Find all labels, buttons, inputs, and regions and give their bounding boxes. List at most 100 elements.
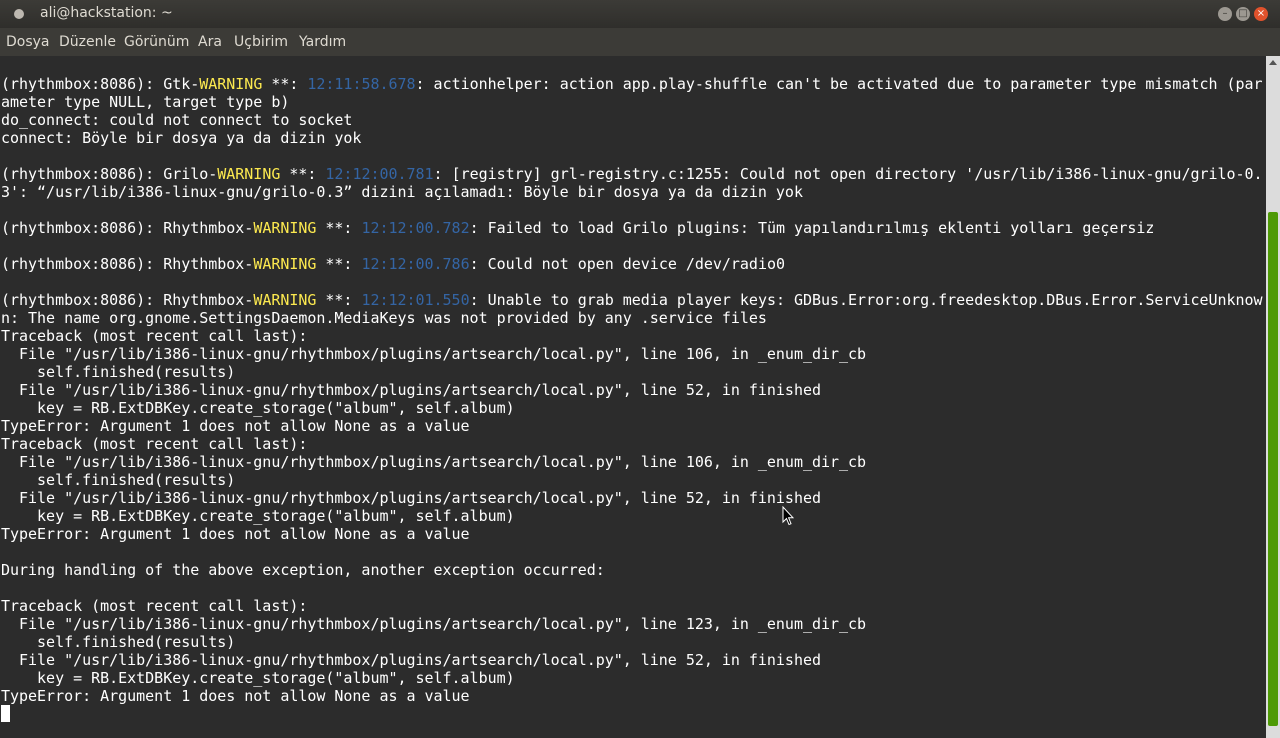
menu-bar: Dosya Düzenle Görünüm Ara Uçbirim Yardım bbox=[0, 28, 1280, 56]
timestamp: 12:12:00.782 bbox=[361, 219, 470, 237]
terminal-line: self.finished(results) bbox=[1, 633, 1263, 651]
terminal-text: (rhythmbox:8086): Gtk- bbox=[1, 75, 200, 93]
terminal-line: connect: Böyle bir dosya ya da dizin yok bbox=[1, 129, 1263, 147]
menu-terminal[interactable]: Uçbirim bbox=[234, 34, 288, 50]
terminal-text: Traceback (most recent call last): bbox=[1, 435, 308, 453]
terminal-line: TypeError: Argument 1 does not allow Non… bbox=[1, 687, 1263, 705]
maximize-icon: □ bbox=[1238, 8, 1248, 19]
close-icon: × bbox=[1256, 8, 1266, 19]
terminal-line: File "/usr/lib/i386-linux-gnu/rhythmbox/… bbox=[1, 381, 1263, 399]
scroll-up-icon[interactable] bbox=[1269, 60, 1277, 65]
terminal-text: do_connect: could not connect to socket bbox=[1, 111, 353, 129]
terminal-line: Traceback (most recent call last): bbox=[1, 597, 1263, 615]
terminal-text: TypeError: Argument 1 does not allow Non… bbox=[1, 687, 470, 705]
terminal-text: : [registry] grl-registry.c:1255: Could … bbox=[433, 165, 1263, 183]
terminal-text: File "/usr/lib/i386-linux-gnu/rhythmbox/… bbox=[1, 453, 867, 471]
terminal-text: File "/usr/lib/i386-linux-gnu/rhythmbox/… bbox=[1, 345, 867, 363]
warning-label: WARNING bbox=[253, 291, 317, 309]
terminal-text: File "/usr/lib/i386-linux-gnu/rhythmbox/… bbox=[1, 651, 821, 669]
terminal-text: 3': “/usr/lib/i386-linux-gnu/grilo-0.3” … bbox=[1, 183, 803, 201]
text-cursor bbox=[1, 705, 10, 722]
warning-label: WARNING bbox=[253, 255, 317, 273]
terminal-line: ameter type NULL, target type b) bbox=[1, 93, 1263, 111]
terminal-line: File "/usr/lib/i386-linux-gnu/rhythmbox/… bbox=[1, 453, 1263, 471]
terminal-app-icon bbox=[14, 9, 24, 19]
menu-file[interactable]: Dosya bbox=[6, 34, 50, 50]
terminal-line: Traceback (most recent call last): bbox=[1, 435, 1263, 453]
terminal-text: (rhythmbox:8086): Grilo- bbox=[1, 165, 218, 183]
menu-view[interactable]: Görünüm bbox=[124, 34, 189, 50]
terminal-line: (rhythmbox:8086): Rhythmbox-WARNING **: … bbox=[1, 219, 1263, 237]
terminal-lines: (rhythmbox:8086): Gtk- WARNING **: 12:11:… bbox=[1, 75, 1263, 723]
terminal-text: self.finished(results) bbox=[1, 363, 236, 381]
terminal-line: File "/usr/lib/i386-linux-gnu/rhythmbox/… bbox=[1, 345, 1263, 363]
terminal-line: do_connect: could not connect to socket bbox=[1, 111, 1263, 129]
menu-help[interactable]: Yardım bbox=[299, 34, 346, 50]
timestamp: 12:12:00.781 bbox=[325, 165, 434, 183]
terminal-line: n: The name org.gnome.SettingsDaemon.Med… bbox=[1, 309, 1263, 327]
timestamp: 12:11:58.678 bbox=[307, 75, 416, 93]
terminal-text: (rhythmbox:8086): Rhythmbox- bbox=[1, 219, 254, 237]
window-title: ali@hackstation: ~ bbox=[40, 5, 173, 21]
terminal-line: key = RB.ExtDBKey.create_storage("album"… bbox=[1, 507, 1263, 525]
terminal-line: 3': “/usr/lib/i386-linux-gnu/grilo-0.3” … bbox=[1, 183, 1263, 201]
minimize-button[interactable]: – bbox=[1218, 7, 1232, 21]
terminal-line: self.finished(results) bbox=[1, 363, 1263, 381]
terminal-text: Traceback (most recent call last): bbox=[1, 327, 308, 345]
title-bar: ali@hackstation: ~ – □ × bbox=[0, 0, 1280, 28]
terminal-text: File "/usr/lib/i386-linux-gnu/rhythmbox/… bbox=[1, 615, 867, 633]
terminal-line: TypeError: Argument 1 does not allow Non… bbox=[1, 525, 1263, 543]
terminal-text: (rhythmbox:8086): Rhythmbox- bbox=[1, 291, 254, 309]
warning-label: WARNING bbox=[217, 165, 281, 183]
terminal-text: TypeError: Argument 1 does not allow Non… bbox=[1, 417, 470, 435]
terminal-text: n: The name org.gnome.SettingsDaemon.Med… bbox=[1, 309, 767, 327]
timestamp: 12:12:01.550 bbox=[361, 291, 470, 309]
terminal-text: : Unable to grab media player keys: GDBu… bbox=[469, 291, 1263, 309]
terminal-text: key = RB.ExtDBKey.create_storage("album"… bbox=[1, 399, 515, 417]
terminal-text: : actionhelper: action app.play-shuffle … bbox=[415, 75, 1263, 93]
prompt-line[interactable] bbox=[1, 705, 1263, 723]
terminal-text: **: bbox=[262, 75, 308, 93]
terminal-line: self.finished(results) bbox=[1, 471, 1263, 489]
terminal-text: key = RB.ExtDBKey.create_storage("album"… bbox=[1, 669, 515, 687]
menu-edit[interactable]: Düzenle bbox=[59, 34, 116, 50]
terminal-line: TypeError: Argument 1 does not allow Non… bbox=[1, 417, 1263, 435]
terminal-text: : Could not open device /dev/radio0 bbox=[469, 255, 785, 273]
terminal-text: **: bbox=[316, 291, 362, 309]
warning-label: WARNING bbox=[253, 219, 317, 237]
terminal-line: key = RB.ExtDBKey.create_storage("album"… bbox=[1, 669, 1263, 687]
menu-search[interactable]: Ara bbox=[198, 34, 222, 50]
terminal-text: File "/usr/lib/i386-linux-gnu/rhythmbox/… bbox=[1, 489, 821, 507]
terminal-text: TypeError: Argument 1 does not allow Non… bbox=[1, 525, 470, 543]
terminal-line: File "/usr/lib/i386-linux-gnu/rhythmbox/… bbox=[1, 489, 1263, 507]
terminal-line: (rhythmbox:8086): Rhythmbox-WARNING **: … bbox=[1, 291, 1263, 309]
vertical-scrollbar[interactable] bbox=[1266, 56, 1280, 738]
timestamp: 12:12:00.786 bbox=[361, 255, 470, 273]
mouse-pointer-icon bbox=[782, 506, 794, 526]
terminal-line: key = RB.ExtDBKey.create_storage("album"… bbox=[1, 399, 1263, 417]
terminal-line: File "/usr/lib/i386-linux-gnu/rhythmbox/… bbox=[1, 615, 1263, 633]
terminal-text: (rhythmbox:8086): Rhythmbox- bbox=[1, 255, 254, 273]
terminal-line: (rhythmbox:8086): Grilo-WARNING **: 12:1… bbox=[1, 165, 1263, 183]
terminal-output[interactable]: (rhythmbox:8086): Gtk- WARNING **: 12:11:… bbox=[0, 56, 1266, 738]
maximize-button[interactable]: □ bbox=[1236, 7, 1250, 21]
terminal-text: Traceback (most recent call last): bbox=[1, 597, 308, 615]
terminal-line: (rhythmbox:8086): Rhythmbox-WARNING **: … bbox=[1, 255, 1263, 273]
terminal-line: File "/usr/lib/i386-linux-gnu/rhythmbox/… bbox=[1, 651, 1263, 669]
terminal-line: (rhythmbox:8086): Gtk-WARNING **: 12:11:… bbox=[1, 75, 1263, 93]
terminal-text: **: bbox=[316, 219, 362, 237]
scrollbar-thumb[interactable] bbox=[1268, 212, 1278, 726]
close-button[interactable]: × bbox=[1254, 7, 1268, 21]
terminal-line: Traceback (most recent call last): bbox=[1, 327, 1263, 345]
terminal-text: **: bbox=[316, 255, 362, 273]
terminal-text: : Failed to load Grilo plugins: Tüm yapı… bbox=[469, 219, 1155, 237]
terminal-text: **: bbox=[280, 165, 326, 183]
terminal-text: self.finished(results) bbox=[1, 471, 236, 489]
terminal-text: self.finished(results) bbox=[1, 633, 236, 651]
terminal-line: During handling of the above exception, … bbox=[1, 561, 1263, 579]
